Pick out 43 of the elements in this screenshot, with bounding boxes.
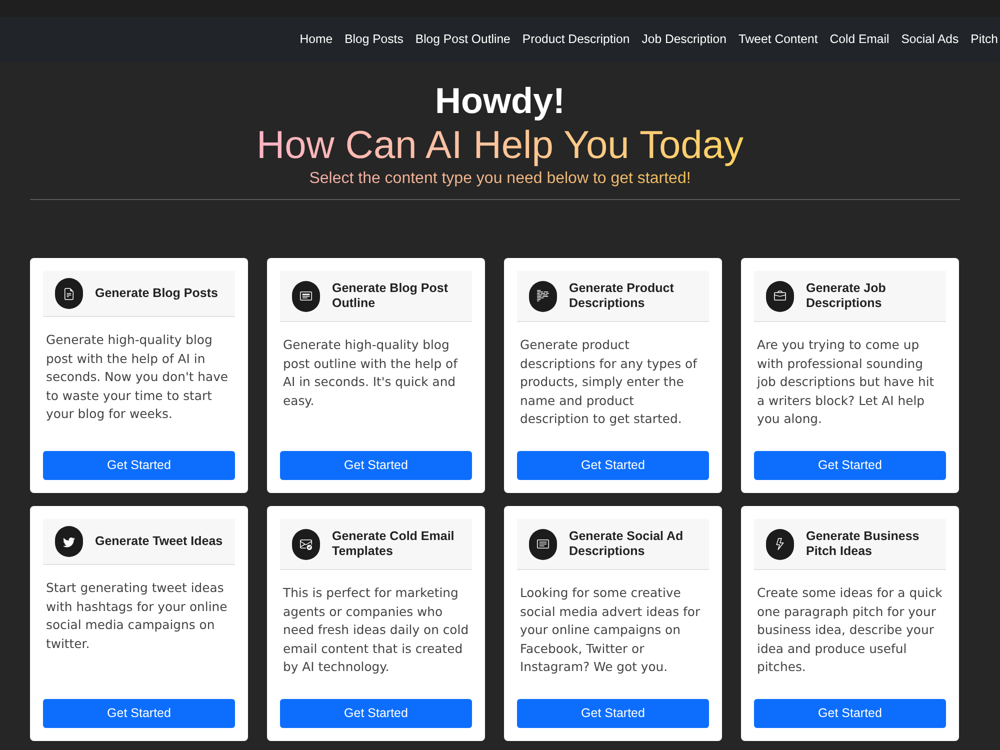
card-description: Create some ideas for a quick one paragraph pitch for your business idea, describe your idea and produce useful pitches. bbox=[756, 584, 944, 676]
text-lines-icon bbox=[529, 280, 557, 312]
get-started-button[interactable]: Get Started bbox=[517, 699, 709, 728]
lightning-icon bbox=[766, 528, 794, 560]
get-started-button[interactable]: Get Started bbox=[517, 451, 709, 480]
nav-link[interactable]: Cold Email bbox=[830, 30, 890, 49]
card-title: Generate Product Descriptions bbox=[569, 280, 675, 312]
get-started-button[interactable]: Get Started bbox=[280, 699, 472, 728]
card-title: Generate Blog Posts bbox=[95, 285, 218, 302]
bird-icon bbox=[55, 526, 83, 557]
card-description: Generate high-quality blog post outline with the help of AI in seconds. It's quick and easy. bbox=[282, 336, 459, 410]
briefcase-icon bbox=[766, 280, 794, 312]
card-description: Are you trying to come up with professional sounding job descriptions but have hit a writers block? Let AI help you along. bbox=[756, 336, 936, 428]
get-started-button[interactable]: Get Started bbox=[280, 451, 472, 480]
card-text-icon bbox=[529, 528, 557, 560]
nav-link[interactable]: Blog Posts bbox=[344, 30, 404, 49]
nav-link[interactable]: Home bbox=[300, 30, 333, 49]
hero-subtitle: Select the content type you need below to get started! bbox=[309, 169, 691, 189]
card-description: Looking for some creative social media advert ideas for your online campaigns on Facebook, Twitter or Instagram? We got you. bbox=[519, 584, 702, 676]
get-started-button[interactable]: Get Started bbox=[754, 699, 946, 728]
get-started-button[interactable]: Get Started bbox=[43, 699, 235, 728]
nav-link[interactable]: Job Description bbox=[642, 30, 726, 49]
card-heading-icon bbox=[292, 280, 320, 312]
nav-link[interactable]: Social Ads bbox=[901, 30, 959, 49]
card-description: Generate high-quality blog post with the help of AI in seconds. Now you don't have to waste your time to start your blog for weeks. bbox=[45, 331, 230, 423]
card-description: Generate product descriptions for any types of products, simply enter the name and product description to get started. bbox=[519, 336, 698, 428]
card-title: Generate Cold Email Templates bbox=[332, 528, 456, 560]
card-title: Generate Social Ad Descriptions bbox=[569, 528, 684, 560]
card-title: Generate Business Pitch Ideas bbox=[806, 528, 920, 560]
get-started-button[interactable]: Get Started bbox=[754, 451, 946, 480]
nav-link[interactable]: Tweet Content bbox=[738, 30, 818, 49]
card-description: This is perfect for marketing agents or companies who need fresh ideas daily on cold email content that is created by AI technology. bbox=[282, 584, 470, 676]
card-title: Generate Tweet Ideas bbox=[95, 533, 223, 550]
card-title: Generate Blog Post Outline bbox=[332, 280, 449, 312]
nav-link[interactable]: Pitch bbox=[970, 30, 998, 49]
nav-link[interactable]: Product Description bbox=[522, 30, 630, 49]
envelope-check-icon bbox=[292, 528, 320, 560]
nav-link[interactable]: Blog Post Outline bbox=[415, 30, 510, 49]
card-title: Generate Job Descriptions bbox=[806, 280, 887, 312]
document-icon bbox=[55, 278, 83, 309]
get-started-button[interactable]: Get Started bbox=[43, 451, 235, 480]
card-description: Start generating tweet ideas with hashtags for your online social media campaigns on twitter. bbox=[45, 579, 228, 652]
greeting-heading: Howdy! bbox=[435, 79, 565, 122]
